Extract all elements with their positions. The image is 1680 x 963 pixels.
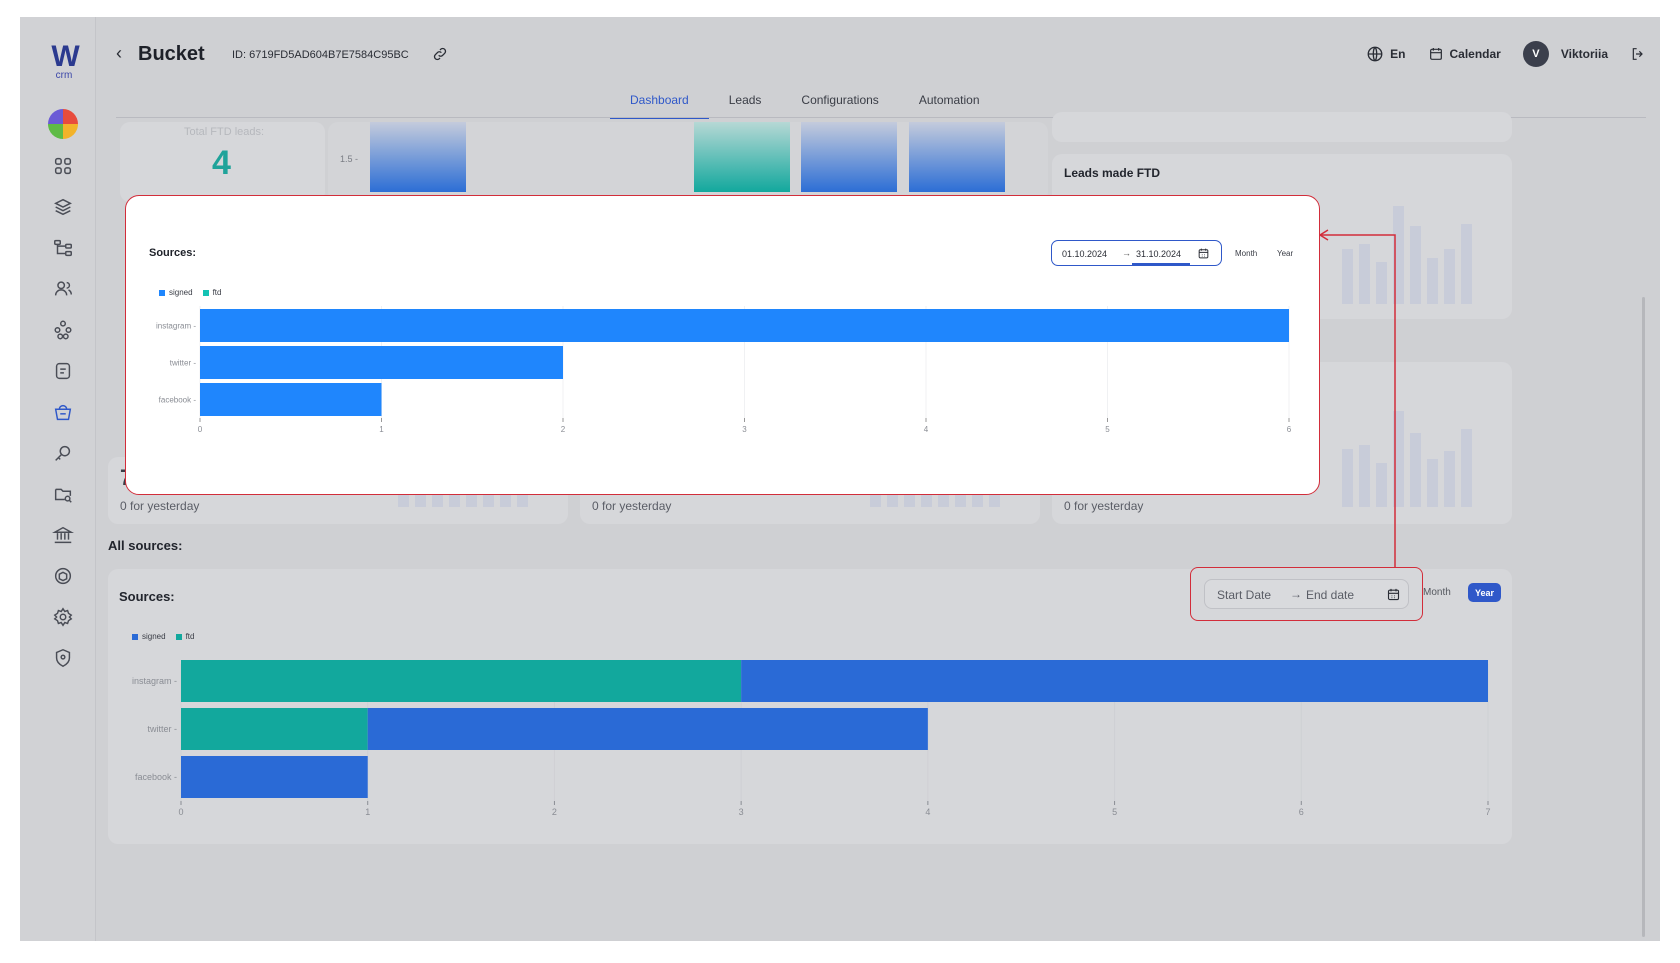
- bucket-id: ID: 6719FD5AD604B7E7584C95BC: [232, 49, 409, 61]
- x-tick-label: 5: [1112, 807, 1117, 817]
- x-tick-label: 5: [1105, 425, 1110, 434]
- user-menu[interactable]: V Viktoriia: [1522, 41, 1608, 67]
- color-wheel-icon[interactable]: [48, 109, 78, 139]
- avatar: V: [1522, 41, 1549, 67]
- bar-signed-facebook[interactable]: [181, 756, 368, 798]
- top-header: ‹ Bucket ID: 6719FD5AD604B7E7584C95BC En…: [116, 17, 1646, 93]
- end-date-input[interactable]: End date: [1306, 588, 1354, 602]
- bar-signed-twitter[interactable]: [200, 346, 563, 379]
- bar-signed-facebook[interactable]: [200, 383, 382, 416]
- x-tick-label: 0: [198, 425, 203, 434]
- page-scrollbar[interactable]: [1642, 297, 1645, 937]
- tab-bar: Dashboard Leads Configurations Automatio…: [610, 93, 1000, 119]
- category-label: twitter -: [147, 724, 177, 734]
- background-bar: [370, 122, 466, 192]
- bottom-year-toggle[interactable]: Year: [1468, 583, 1501, 602]
- x-tick-label: 0: [178, 807, 183, 817]
- leads-made-ftd-title: Leads made FTD: [1064, 166, 1161, 180]
- bar-signed-instagram[interactable]: [200, 309, 1289, 342]
- layers-icon[interactable]: [48, 192, 78, 222]
- box-icon[interactable]: [48, 561, 78, 591]
- category-label: instagram -: [156, 322, 196, 331]
- hierarchy-icon[interactable]: [48, 233, 78, 263]
- x-tick-label: 3: [742, 425, 747, 434]
- logout-icon[interactable]: [1630, 46, 1646, 62]
- category-label: twitter -: [170, 359, 197, 368]
- bottom-month-toggle[interactable]: Month: [1423, 587, 1451, 598]
- x-tick-label: 1: [365, 807, 370, 817]
- page-title: Bucket: [138, 43, 205, 65]
- folder-search-icon[interactable]: [48, 479, 78, 509]
- language-selector[interactable]: En: [1366, 45, 1406, 63]
- logo-subtitle: crm: [55, 70, 73, 81]
- mini-bars: [1342, 204, 1502, 304]
- axis-tick-label: 1.5 -: [340, 154, 359, 164]
- range-arrow: →: [1290, 587, 1302, 601]
- start-date-input[interactable]: Start Date: [1217, 588, 1271, 602]
- copy-link-icon[interactable]: [432, 46, 448, 62]
- bar-signed-twitter[interactable]: [367, 708, 928, 750]
- header-actions: En Calendar V Viktoriia: [1366, 41, 1646, 67]
- x-tick-label: 1: [379, 425, 384, 434]
- brand-logo[interactable]: W crm: [44, 40, 84, 81]
- tab-leads[interactable]: Leads: [709, 93, 782, 119]
- bar-signed-instagram[interactable]: [741, 660, 1488, 702]
- logo-letter: W: [51, 40, 79, 73]
- bar-ftd-instagram[interactable]: [181, 660, 742, 702]
- x-tick-label: 6: [1299, 807, 1304, 817]
- yesterday-text-2: 0 for yesterday: [592, 499, 672, 513]
- dashboard-grid-icon[interactable]: [48, 151, 78, 181]
- shield-icon[interactable]: [48, 643, 78, 673]
- x-tick-label: 3: [739, 807, 744, 817]
- x-tick-label: 6: [1287, 425, 1292, 434]
- globe-icon: [1367, 46, 1383, 62]
- x-tick-label: 7: [1485, 807, 1490, 817]
- back-button[interactable]: ‹: [116, 43, 122, 64]
- bucket-icon[interactable]: [48, 397, 78, 427]
- sidebar: W crm: [20, 17, 96, 941]
- yesterday-text-1: 0 for yesterday: [120, 499, 200, 513]
- notes-icon[interactable]: [48, 356, 78, 386]
- language-label: En: [1390, 47, 1406, 61]
- calendar-link[interactable]: Calendar: [1428, 46, 1501, 62]
- category-label: facebook -: [135, 772, 177, 782]
- calendar-icon: [1429, 48, 1442, 60]
- background-bar: [909, 122, 1005, 192]
- key-icon[interactable]: [48, 438, 78, 468]
- sources-popup: Sources: 01.10.2024 → 31.10.2024 Month Y…: [125, 195, 1320, 495]
- users-icon[interactable]: [48, 274, 78, 304]
- yesterday-text-3: 0 for yesterday: [1064, 499, 1144, 513]
- calendar-icon[interactable]: [1386, 587, 1401, 602]
- total-ftd-label: Total FTD leads:: [184, 126, 265, 138]
- x-tick-label: 4: [924, 425, 929, 434]
- tab-dashboard[interactable]: Dashboard: [610, 93, 709, 119]
- tab-configurations[interactable]: Configurations: [781, 93, 898, 119]
- total-ftd-value: 4: [212, 144, 231, 182]
- user-name: Viktoriia: [1560, 47, 1608, 61]
- x-tick-label: 4: [925, 807, 930, 817]
- bottom-date-range-picker[interactable]: Start Date → End date: [1204, 579, 1409, 609]
- top-right-card: [1052, 112, 1512, 142]
- bar-ftd-twitter[interactable]: [181, 708, 368, 750]
- calendar-label: Calendar: [1449, 47, 1501, 61]
- app-frame: W crm ‹ Bucket ID: 6719FD5AD604B7E7584C9…: [20, 17, 1660, 941]
- gear-icon[interactable]: [48, 602, 78, 632]
- background-bar: [694, 122, 790, 192]
- x-tick-label: 2: [561, 425, 566, 434]
- tab-automation[interactable]: Automation: [899, 93, 1000, 119]
- all-sources-heading: All sources:: [108, 538, 183, 553]
- category-label: facebook -: [159, 396, 197, 405]
- background-bar: [801, 122, 897, 192]
- total-ftd-card: Total FTD leads: 4: [120, 122, 325, 202]
- x-tick-label: 2: [552, 807, 557, 817]
- popup-sources-chart: 0 1 2 3 4 5 6 instagram - twitter - facebook -: [156, 306, 1292, 434]
- bank-icon[interactable]: [48, 520, 78, 550]
- category-label: instagram -: [132, 676, 177, 686]
- bottom-date-range-highlight: Start Date → End date: [1190, 567, 1423, 621]
- ftd-bar-card: 1.5 -: [328, 122, 1048, 202]
- network-icon[interactable]: [48, 315, 78, 345]
